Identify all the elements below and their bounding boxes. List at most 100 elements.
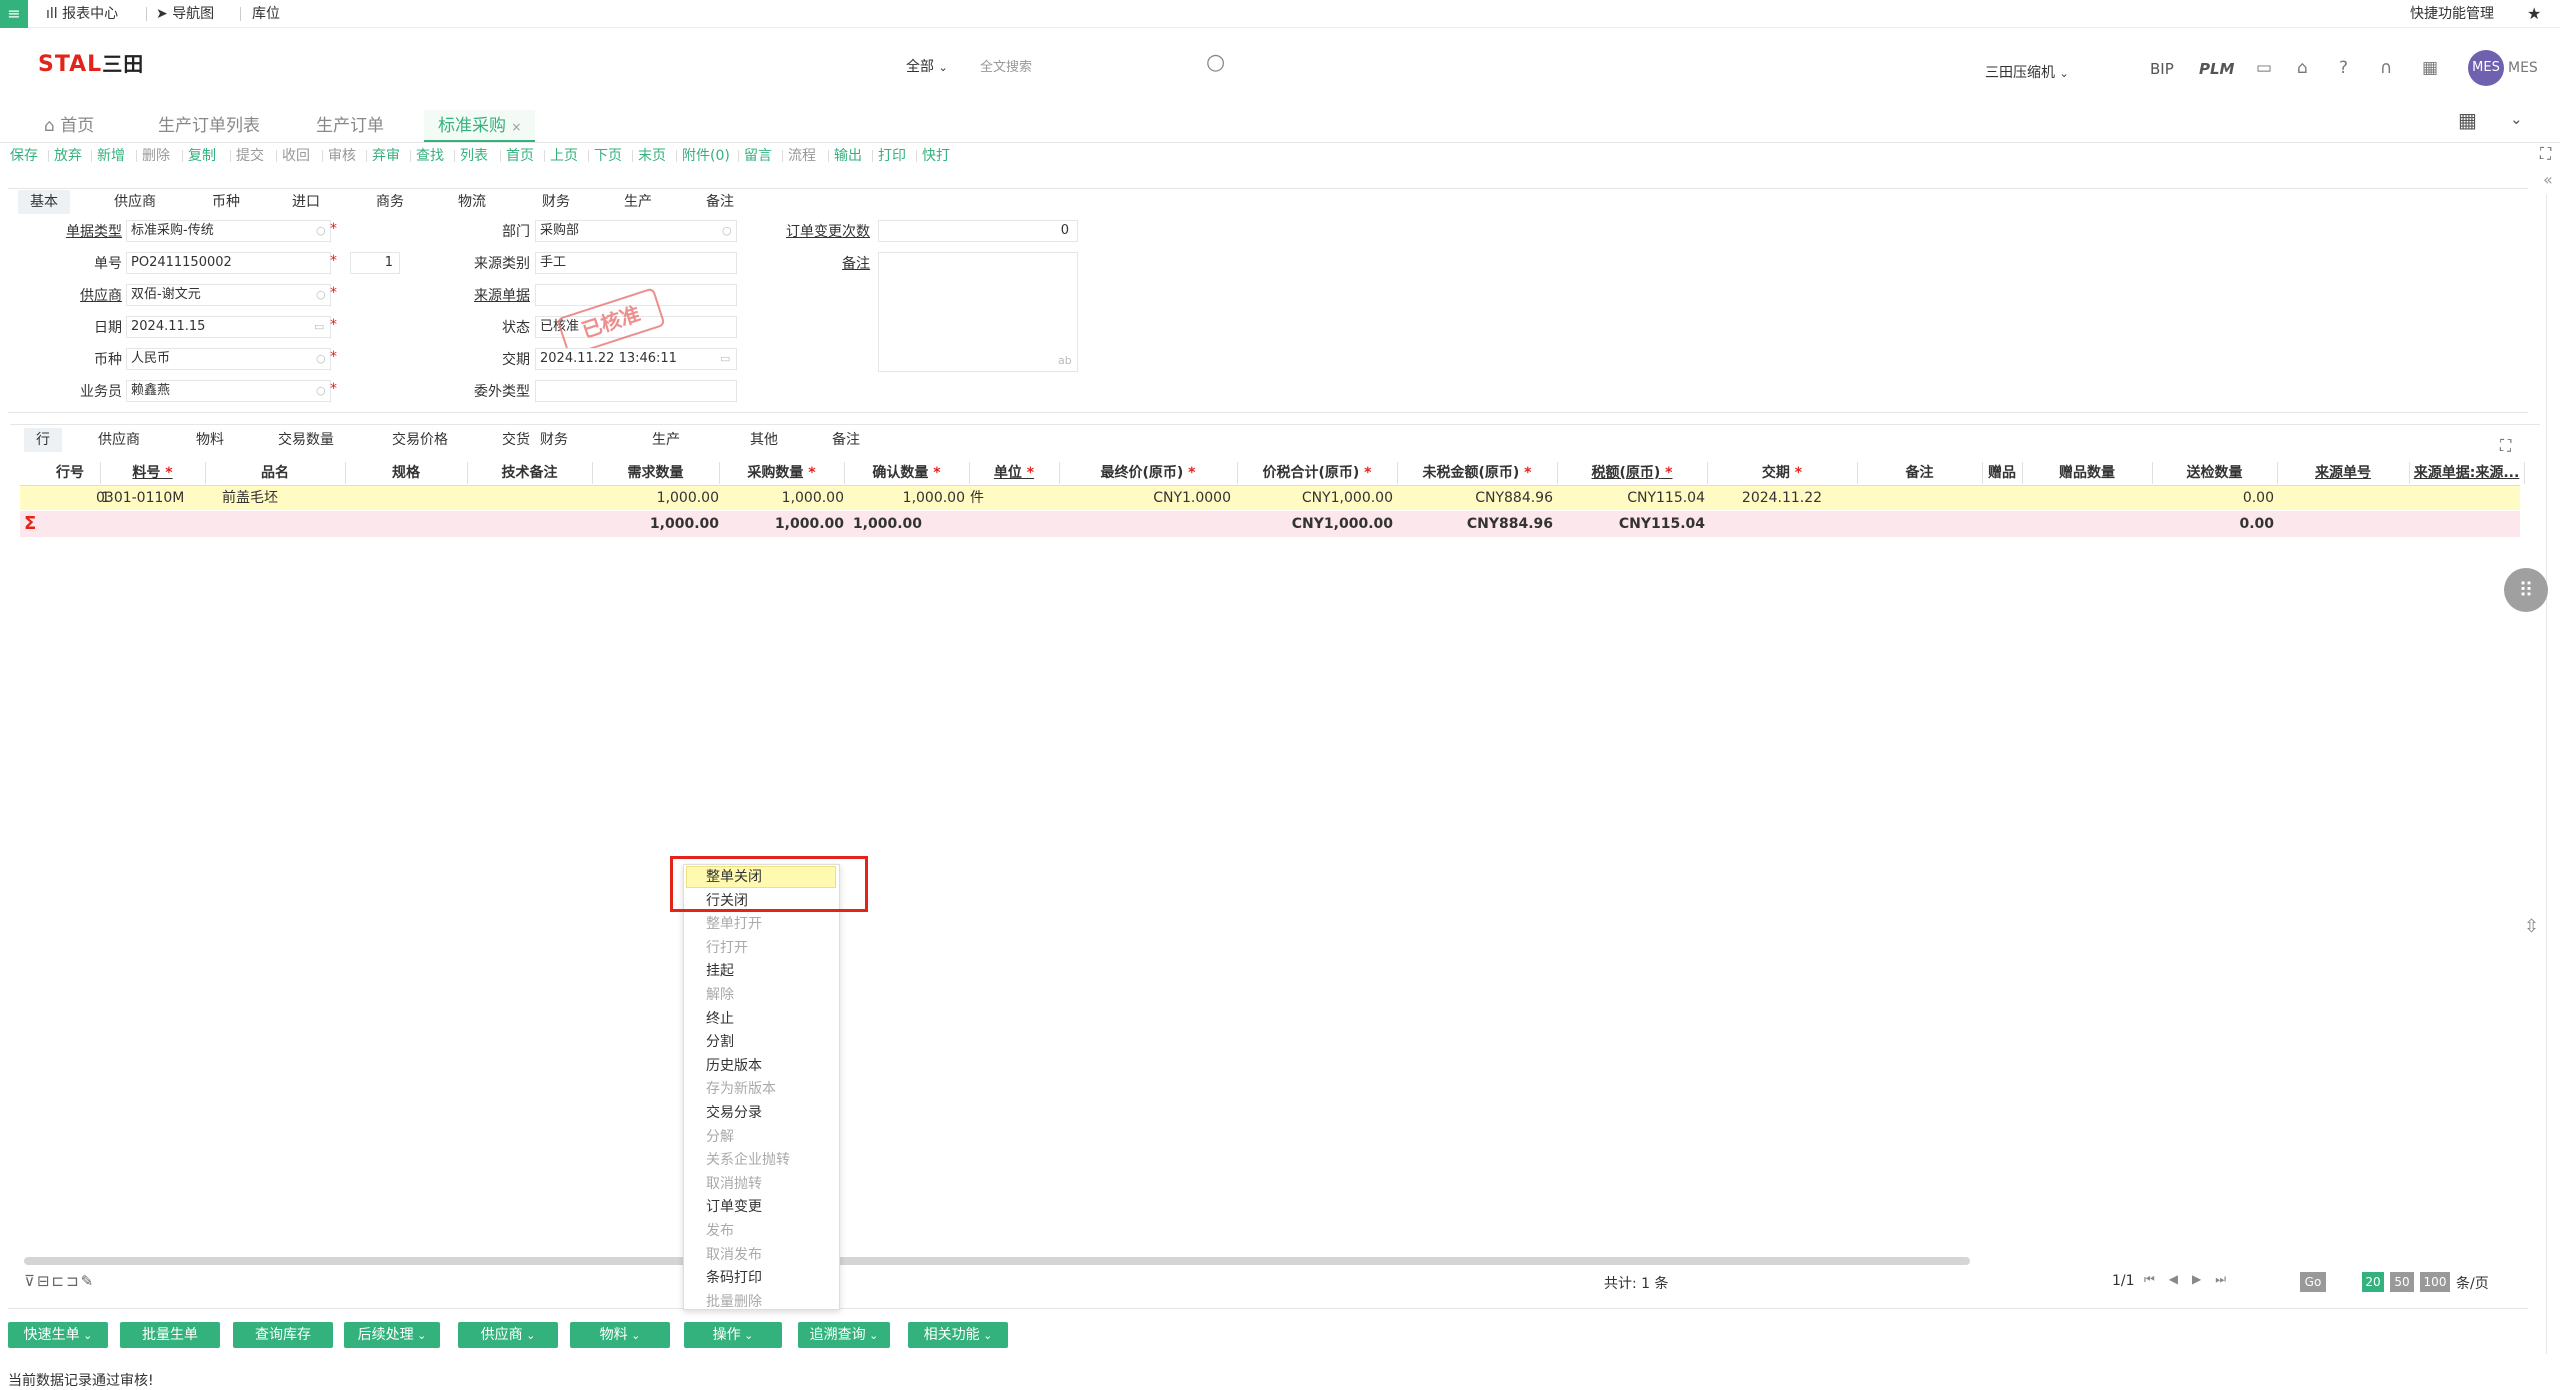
cell-delivery[interactable]: 2024.11.22 — [1707, 486, 1857, 510]
column-header-18[interactable]: 来源单号 — [2277, 462, 2409, 484]
cell-insp-qty[interactable]: 0.00 — [2152, 486, 2274, 510]
dropdown-item-17[interactable]: 条码打印 — [706, 1267, 762, 1289]
chevron-down-icon[interactable]: ⌄ — [2510, 110, 2523, 128]
column-header-3[interactable]: 规格 — [345, 462, 467, 484]
bottom-button-4[interactable]: 供应商 ⌄ — [458, 1322, 558, 1348]
line-tab-3[interactable]: 交易数量 — [278, 428, 334, 452]
line-tab-9[interactable]: 备注 — [832, 428, 860, 452]
search-icon[interactable]: ○ — [316, 224, 326, 237]
bip-link[interactable]: BIP — [2150, 60, 2174, 78]
supplier-field[interactable]: 双佰-谢文元 — [126, 284, 331, 306]
toolbar-button-18[interactable]: 输出 — [834, 146, 862, 166]
line-tab-2[interactable]: 物料 — [196, 428, 224, 452]
bottom-button-8[interactable]: 相关功能 ⌄ — [908, 1322, 1008, 1348]
help-icon[interactable]: ? — [2339, 58, 2348, 78]
toolbar-button-0[interactable]: 保存 — [10, 146, 38, 166]
toolbar-button-7[interactable]: 审核 — [328, 146, 356, 166]
delivery-field[interactable]: 2024.11.22 13:46:11 — [535, 348, 737, 370]
nav-map-link[interactable]: ➤ 导航图 — [156, 0, 214, 28]
section-tab-5[interactable]: 物流 — [458, 190, 486, 214]
currency-field[interactable]: 人民币 — [126, 348, 331, 370]
column-header-19[interactable]: 来源单据:来源... — [2409, 462, 2524, 484]
remark-textarea[interactable] — [878, 252, 1078, 372]
plm-link[interactable]: PLM — [2199, 60, 2234, 78]
toolbar-button-6[interactable]: 收回 — [282, 146, 310, 166]
bottom-button-0[interactable]: 快速生单 ⌄ — [8, 1322, 108, 1348]
graduation-cap-icon[interactable]: ⌂ — [2297, 58, 2308, 78]
fullscreen-icon[interactable]: ⛶ — [2540, 144, 2551, 164]
dropdown-item-14[interactable]: 订单变更 — [706, 1196, 762, 1218]
bottom-button-1[interactable]: 批量生单 — [120, 1322, 220, 1348]
page-size-100[interactable]: 100 — [2420, 1272, 2450, 1292]
go-button[interactable]: Go — [2300, 1272, 2326, 1292]
toolbar-button-8[interactable]: 弃审 — [372, 146, 400, 166]
dropdown-item-7[interactable]: 分割 — [706, 1031, 734, 1053]
cell-final-price[interactable]: CNY1.0000 — [1059, 486, 1231, 510]
tab-prod-order[interactable]: 生产订单 — [316, 110, 384, 142]
calendar-icon[interactable]: ▭ — [720, 352, 730, 365]
toolbar-button-17[interactable]: 流程 — [788, 146, 816, 166]
expand-icon[interactable]: ⛶ — [2500, 436, 2511, 456]
collapse-icon[interactable]: « — [2543, 170, 2553, 189]
search-icon[interactable]: ○ — [1206, 50, 1225, 75]
grid-tool-icons[interactable]: ⊽⊟⊏⊐✎ — [24, 1272, 95, 1290]
column-header-0[interactable]: 行号 — [40, 462, 100, 484]
section-tab-8[interactable]: 备注 — [706, 190, 734, 214]
toolbar-button-20[interactable]: 快打 — [922, 146, 950, 166]
doc-no-seq-field[interactable]: 1 — [350, 252, 400, 274]
dropdown-item-10[interactable]: 交易分录 — [706, 1102, 762, 1124]
search-icon[interactable]: ○ — [722, 224, 732, 237]
column-header-15[interactable]: 赠品 — [1982, 462, 2022, 484]
toolbar-button-13[interactable]: 下页 — [594, 146, 622, 166]
toolbar-button-5[interactable]: 提交 — [236, 146, 264, 166]
salesman-field[interactable]: 赖鑫燕 — [126, 380, 331, 402]
column-header-8[interactable]: 单位 * — [969, 462, 1059, 484]
column-header-9[interactable]: 最终价(原币) * — [1059, 462, 1237, 484]
bottom-button-2[interactable]: 查询库存 — [233, 1322, 333, 1348]
column-header-14[interactable]: 备注 — [1857, 462, 1982, 484]
cell-item-no[interactable]: 0301-0110M — [96, 486, 206, 510]
toolbar-button-4[interactable]: 复制 — [188, 146, 216, 166]
cell-total[interactable]: CNY1,000.00 — [1237, 486, 1393, 510]
cell-req-qty[interactable]: 1,000.00 — [592, 486, 719, 510]
calendar-icon[interactable]: ▭ — [314, 320, 324, 333]
column-header-6[interactable]: 采购数量 * — [719, 462, 844, 484]
line-tab-5[interactable]: 交货 — [502, 428, 530, 452]
section-tab-0[interactable]: 基本 — [18, 190, 70, 214]
headset-icon[interactable]: ∩ — [2380, 58, 2392, 78]
section-tab-2[interactable]: 币种 — [212, 190, 240, 214]
menu-icon[interactable]: ≡ — [0, 0, 28, 28]
toolbar-button-19[interactable]: 打印 — [878, 146, 906, 166]
bottom-button-6[interactable]: 操作 ⌄ — [684, 1322, 782, 1348]
source-type-field[interactable]: 手工 — [535, 252, 737, 274]
column-header-1[interactable]: 料号 * — [100, 462, 205, 484]
line-tab-0[interactable]: 行 — [24, 428, 62, 452]
star-icon[interactable]: ★ — [2527, 0, 2541, 28]
message-icon[interactable]: ▭ — [2256, 58, 2272, 78]
pager-nav-icons[interactable]: ⏮◀▶⏭ — [2144, 1272, 2240, 1287]
column-header-2[interactable]: 品名 — [205, 462, 345, 484]
company-select[interactable]: 三田压缩机 ⌄ — [1985, 62, 2069, 82]
dropdown-item-6[interactable]: 终止 — [706, 1008, 734, 1030]
close-icon[interactable]: × — [511, 120, 521, 134]
page-size-20[interactable]: 20 — [2362, 1272, 2384, 1292]
search-icon[interactable]: ○ — [316, 384, 326, 397]
dropdown-item-4[interactable]: 挂起 — [706, 960, 734, 982]
column-header-7[interactable]: 确认数量 * — [844, 462, 969, 484]
avatar[interactable]: MES — [2468, 50, 2504, 86]
float-menu-icon[interactable]: ⠿ — [2504, 568, 2548, 612]
line-tab-7[interactable]: 生产 — [652, 428, 680, 452]
toolbar-button-9[interactable]: 查找 — [416, 146, 444, 166]
toolbar-button-12[interactable]: 上页 — [550, 146, 578, 166]
section-tab-4[interactable]: 商务 — [376, 190, 404, 214]
toolbar-button-11[interactable]: 首页 — [506, 146, 534, 166]
report-center-link[interactable]: ıll 报表中心 — [46, 0, 118, 28]
cell-conf-qty[interactable]: 1,000.00 — [844, 486, 969, 510]
calendar-icon[interactable]: ▦ — [2422, 58, 2438, 78]
page-size-50[interactable]: 50 — [2390, 1272, 2414, 1292]
column-header-16[interactable]: 赠品数量 — [2022, 462, 2152, 484]
doc-no-field[interactable]: PO2411150002 — [126, 252, 331, 274]
line-tab-1[interactable]: 供应商 — [98, 428, 140, 452]
toolbar-button-2[interactable]: 新增 — [97, 146, 125, 166]
cell-unit[interactable]: 件 — [970, 486, 1010, 510]
